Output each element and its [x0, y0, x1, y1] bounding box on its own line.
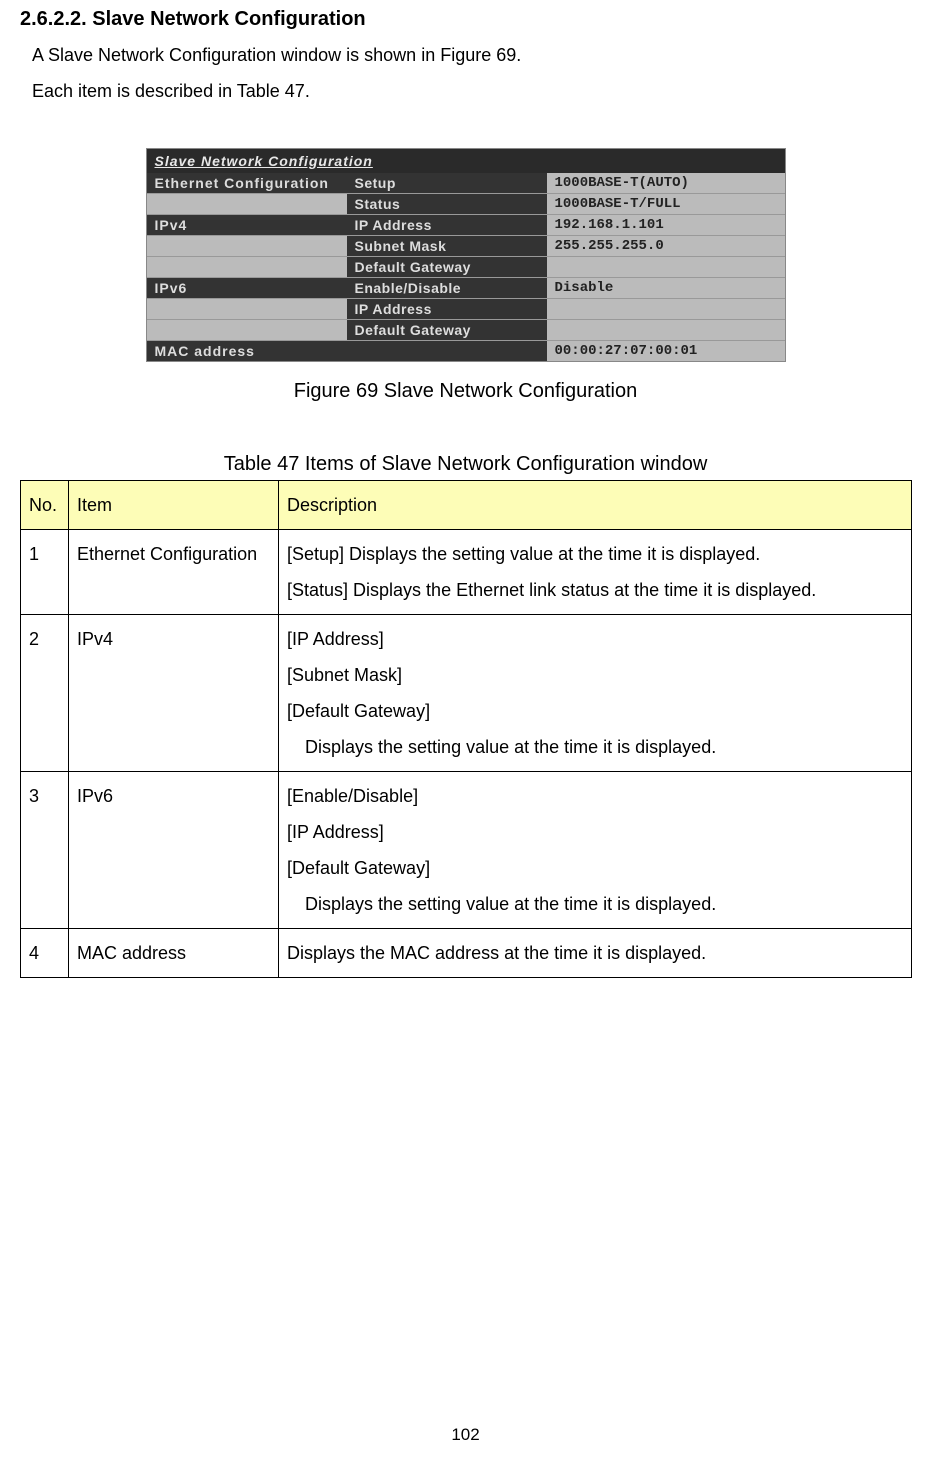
cell-no: 4 — [21, 928, 69, 977]
figure-title-bar: Slave Network Configuration — [147, 149, 785, 173]
table-caption: Table 47 Items of Slave Network Configur… — [20, 453, 911, 476]
cell-item: IPv6 — [69, 771, 279, 928]
desc-line: [IP Address] — [287, 629, 384, 649]
desc-line: [Enable/Disable] — [287, 786, 418, 806]
ipv6-default-gateway-label: Default Gateway — [347, 320, 547, 340]
desc-line: [Subnet Mask] — [287, 665, 402, 685]
ipv6-label: IPv6 — [147, 278, 347, 298]
ip-address-value: 192.168.1.101 — [547, 215, 785, 235]
table-row: 4 MAC address Displays the MAC address a… — [21, 928, 912, 977]
desc-line: [Status] Displays the Ethernet link stat… — [287, 580, 816, 600]
mac-address-value: 00:00:27:07:00:01 — [547, 341, 785, 361]
mac-address-label: MAC address — [147, 341, 547, 361]
empty-cell — [147, 257, 347, 277]
ip-address-label: IP Address — [347, 215, 547, 235]
ipv6-ip-address-label: IP Address — [347, 299, 547, 319]
section-heading: 2.6.2.2. Slave Network Configuration — [20, 8, 911, 31]
description-table: No. Item Description 1 Ethernet Configur… — [20, 480, 912, 978]
intro-line-2: Each item is described in Table 47. — [32, 75, 911, 107]
desc-indent-line: Displays the setting value at the time i… — [305, 886, 716, 922]
enable-disable-value: Disable — [547, 278, 785, 298]
table-header-item: Item — [69, 480, 279, 529]
figure-container: Slave Network Configuration Ethernet Con… — [20, 148, 911, 403]
slave-network-config-figure: Slave Network Configuration Ethernet Con… — [146, 148, 786, 362]
table-header-no: No. — [21, 480, 69, 529]
desc-line: [Default Gateway] — [287, 701, 430, 721]
enable-disable-label: Enable/Disable — [347, 278, 547, 298]
cell-no: 2 — [21, 614, 69, 771]
cell-item: MAC address — [69, 928, 279, 977]
status-label: Status — [347, 194, 547, 214]
cell-no: 1 — [21, 529, 69, 614]
table-row: 3 IPv6 [Enable/Disable] [IP Address] [De… — [21, 771, 912, 928]
intro-line-1: A Slave Network Configuration window is … — [32, 39, 911, 71]
desc-line: [Setup] Displays the setting value at th… — [287, 544, 760, 564]
cell-description: [Setup] Displays the setting value at th… — [279, 529, 912, 614]
empty-cell — [147, 236, 347, 256]
table-body: 1 Ethernet Configuration [Setup] Display… — [21, 529, 912, 977]
cell-item: Ethernet Configuration — [69, 529, 279, 614]
status-value: 1000BASE-T/FULL — [547, 194, 785, 214]
figure-caption: Figure 69 Slave Network Configuration — [20, 380, 911, 403]
empty-cell — [147, 194, 347, 214]
ipv4-label: IPv4 — [147, 215, 347, 235]
setup-value: 1000BASE-T(AUTO) — [547, 173, 785, 193]
desc-line: [IP Address] — [287, 822, 384, 842]
desc-line: [Default Gateway] — [287, 858, 430, 878]
cell-no: 3 — [21, 771, 69, 928]
subnet-mask-value: 255.255.255.0 — [547, 236, 785, 256]
table-row: 2 IPv4 [IP Address] [Subnet Mask] [Defau… — [21, 614, 912, 771]
desc-line: Displays the MAC address at the time it … — [287, 943, 706, 963]
ipv6-default-gateway-value — [547, 320, 785, 340]
table-row: 1 Ethernet Configuration [Setup] Display… — [21, 529, 912, 614]
default-gateway-label: Default Gateway — [347, 257, 547, 277]
subnet-mask-label: Subnet Mask — [347, 236, 547, 256]
table-header-description: Description — [279, 480, 912, 529]
default-gateway-value — [547, 257, 785, 277]
empty-cell — [147, 320, 347, 340]
page-number: 102 — [0, 1425, 931, 1445]
cell-description: [IP Address] [Subnet Mask] [Default Gate… — [279, 614, 912, 771]
ethernet-config-label: Ethernet Configuration — [147, 173, 347, 193]
cell-description: [Enable/Disable] [IP Address] [Default G… — [279, 771, 912, 928]
cell-description: Displays the MAC address at the time it … — [279, 928, 912, 977]
desc-indent-line: Displays the setting value at the time i… — [305, 729, 716, 765]
setup-label: Setup — [347, 173, 547, 193]
ipv6-ip-address-value — [547, 299, 785, 319]
cell-item: IPv4 — [69, 614, 279, 771]
empty-cell — [147, 299, 347, 319]
